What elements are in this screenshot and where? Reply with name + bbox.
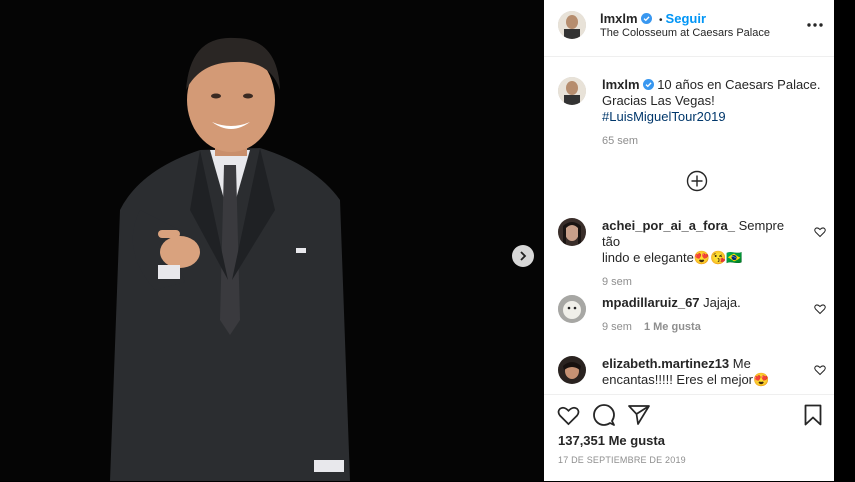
heart-icon[interactable]: [814, 303, 826, 315]
caption-avatar[interactable]: [558, 77, 586, 105]
caption-text-line2: Gracias Las Vegas!: [602, 93, 715, 108]
heart-icon[interactable]: [557, 405, 580, 426]
person-photo: [110, 37, 350, 481]
post-date[interactable]: 17 DE SEPTIEMBRE DE 2019: [558, 455, 686, 465]
avatar[interactable]: [558, 11, 586, 39]
heart-icon[interactable]: [814, 226, 826, 238]
heart-icon[interactable]: [814, 364, 826, 376]
chevron-right-icon: [520, 251, 527, 261]
comment-item: elizabeth.martinez13 Me encantas!!!!! Er…: [602, 356, 812, 388]
post-sidebar: lmxlm • Seguir The Colosseum at Caesars P…: [544, 0, 834, 481]
caption-text: 10 años en Caesars Palace.: [657, 77, 821, 92]
bookmark-icon[interactable]: [804, 404, 822, 426]
send-icon[interactable]: [628, 405, 650, 425]
comment-username[interactable]: elizabeth.martinez13: [602, 356, 729, 371]
comment-item: achei_por_ai_a_fora_ Sempre tão lindo e …: [602, 218, 802, 288]
comment-icon[interactable]: [593, 404, 615, 426]
backdrop: [834, 0, 855, 481]
comment-text-line2: encantas!!!!! Eres el mejor😍: [602, 372, 770, 387]
comment-likes[interactable]: 1 Me gusta: [644, 321, 701, 333]
hashtag-link[interactable]: #LuisMiguelTour2019: [602, 109, 822, 125]
header-username[interactable]: lmxlm: [600, 11, 638, 26]
plus-circle-icon[interactable]: [686, 170, 708, 192]
likes-count[interactable]: 137,351 Me gusta: [558, 433, 665, 448]
comment-avatar[interactable]: [558, 356, 586, 384]
header-separator: •: [659, 15, 663, 26]
post-actions: 137,351 Me gusta 17 DE SEPTIEMBRE DE 201…: [544, 394, 834, 482]
more-horizontal-icon[interactable]: [807, 22, 823, 28]
comment-avatar[interactable]: [558, 218, 586, 246]
next-photo-button[interactable]: [512, 245, 534, 267]
comment-text: Jajaja.: [703, 295, 741, 310]
comment-text: Me: [732, 356, 751, 371]
caption-time: 65 sem: [602, 135, 639, 147]
follow-button[interactable]: Seguir: [666, 11, 706, 26]
caption-username[interactable]: lmxlm: [602, 77, 640, 92]
post-header: lmxlm • Seguir The Colosseum at Caesars P…: [544, 0, 834, 57]
comment-username[interactable]: mpadillaruiz_67: [602, 295, 700, 310]
comment-username[interactable]: achei_por_ai_a_fora_: [602, 218, 735, 233]
verified-icon: [640, 13, 652, 24]
caption: lmxlm 10 años en Caesars Palace. Gracias…: [602, 77, 822, 147]
comment-item: mpadillaruiz_67 Jajaja. 9 sem 1 Me gusta: [602, 295, 802, 333]
post-photo: [0, 0, 544, 481]
comment-time: 9 sem: [602, 276, 632, 288]
comment-time: 9 sem: [602, 321, 632, 333]
comment-text-line2: lindo e elegante😍😘🇧🇷: [602, 250, 743, 265]
verified-icon: [642, 79, 654, 90]
location-link[interactable]: The Colosseum at Caesars Palace: [600, 27, 770, 39]
comment-avatar[interactable]: [558, 295, 586, 323]
